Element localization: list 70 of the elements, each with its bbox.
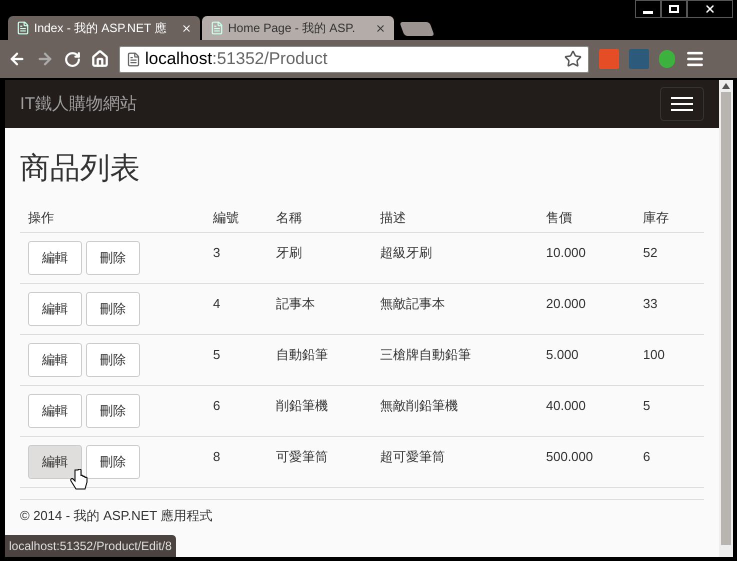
new-tab-button[interactable] bbox=[399, 22, 435, 36]
table-cell: 自動鉛筆 bbox=[276, 347, 328, 362]
table-cell: 5 bbox=[643, 398, 650, 413]
close-icon bbox=[375, 22, 386, 34]
address-bar[interactable]: localhost:51352/Product bbox=[119, 46, 589, 72]
scrollbar-thumb[interactable] bbox=[721, 92, 731, 545]
star-icon[interactable] bbox=[564, 50, 582, 68]
table-cell: 52 bbox=[643, 245, 658, 260]
table-cell: 超級牙刷 bbox=[380, 245, 432, 260]
column-header: 操作 bbox=[28, 210, 54, 225]
table-cell: 40.000 bbox=[546, 398, 586, 413]
table-cell: 33 bbox=[643, 296, 658, 311]
menu-icon[interactable] bbox=[685, 49, 705, 69]
delete-button[interactable]: 刪除 bbox=[86, 343, 140, 377]
browser-tab[interactable]: Home Page - 我的 ASP. bbox=[202, 16, 394, 40]
tab-title: Index - 我的 ASP.NET 應 bbox=[34, 20, 168, 37]
edit-button[interactable]: 編輯 bbox=[28, 343, 82, 377]
status-bubble: localhost:51352/Product/Edit/8 bbox=[5, 535, 176, 557]
column-header: 描述 bbox=[380, 210, 406, 225]
table-cell: 可愛筆筒 bbox=[276, 449, 328, 464]
column-header: 庫存 bbox=[643, 210, 669, 225]
column-header: 編號 bbox=[213, 210, 239, 225]
page-icon bbox=[126, 52, 141, 66]
edit-button[interactable]: 編輯 bbox=[28, 241, 82, 275]
table-cell: 5.000 bbox=[546, 347, 579, 362]
table-cell: 5 bbox=[213, 347, 220, 362]
table-cell: 三槍牌自動鉛筆 bbox=[380, 347, 471, 362]
minimize-icon[interactable] bbox=[635, 0, 661, 18]
table-cell: 削鉛筆機 bbox=[276, 398, 328, 413]
table-cell: 3 bbox=[213, 245, 220, 260]
table-cell: 20.000 bbox=[546, 296, 586, 311]
page-heading: 商品列表 bbox=[20, 151, 141, 187]
table-cell: 記事本 bbox=[276, 296, 315, 311]
back-icon[interactable] bbox=[8, 50, 26, 68]
menu-toggle-button[interactable] bbox=[660, 87, 704, 121]
maximize-icon[interactable] bbox=[661, 0, 687, 18]
table-cell: 6 bbox=[643, 449, 650, 464]
table-cell: 6 bbox=[213, 398, 220, 413]
table-cell: 無敵削鉛筆機 bbox=[380, 398, 458, 413]
table-cell: 超可愛筆筒 bbox=[380, 449, 445, 464]
tab-title: Home Page - 我的 ASP. bbox=[228, 20, 356, 37]
column-header: 售價 bbox=[546, 210, 572, 225]
forward-icon[interactable] bbox=[36, 50, 54, 68]
url-text: localhost:51352/Product bbox=[145, 48, 328, 70]
close-icon[interactable] bbox=[687, 0, 733, 18]
reload-icon[interactable] bbox=[64, 50, 81, 68]
delete-button[interactable]: 刪除 bbox=[86, 241, 140, 275]
edit-button[interactable]: 編輯 bbox=[28, 445, 82, 479]
delete-button[interactable]: 刪除 bbox=[86, 292, 140, 326]
table-cell: 100 bbox=[643, 347, 665, 362]
hand-cursor-icon bbox=[70, 469, 88, 491]
site-brand[interactable]: IT鐵人購物網站 bbox=[20, 91, 138, 117]
column-header: 名稱 bbox=[276, 210, 302, 225]
page-icon bbox=[210, 21, 224, 35]
table-cell: 10.000 bbox=[546, 245, 586, 260]
table-cell: 4 bbox=[213, 296, 220, 311]
footer-text: © 2014 - 我的 ASP.NET 應用程式 bbox=[20, 507, 213, 525]
table-cell: 牙刷 bbox=[276, 245, 302, 260]
close-icon bbox=[181, 22, 192, 34]
edit-button[interactable]: 編輯 bbox=[28, 394, 82, 428]
table-cell: 8 bbox=[213, 449, 220, 464]
delete-button[interactable]: 刪除 bbox=[86, 445, 140, 479]
page-icon bbox=[16, 21, 30, 35]
browser-tab[interactable]: Index - 我的 ASP.NET 應 bbox=[8, 16, 200, 40]
delete-button[interactable]: 刪除 bbox=[86, 394, 140, 428]
table-cell: 無敵記事本 bbox=[380, 296, 445, 311]
scroll-up-icon bbox=[722, 83, 730, 89]
edit-button[interactable]: 編輯 bbox=[28, 292, 82, 326]
table-cell: 500.000 bbox=[546, 449, 593, 464]
home-icon[interactable] bbox=[91, 50, 109, 68]
